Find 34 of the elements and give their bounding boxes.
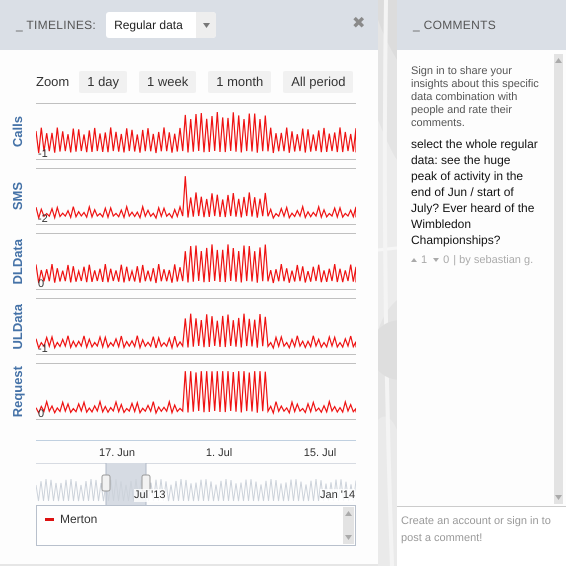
axis-label: 0 (38, 279, 44, 290)
downvote-icon[interactable] (433, 258, 440, 262)
scrollbar[interactable] (343, 507, 354, 544)
axis-title: SMS (9, 182, 26, 211)
axis-title: DLData (9, 238, 26, 284)
zoom-button[interactable]: All period (283, 71, 354, 93)
axis-title: Calls (9, 116, 26, 148)
zoom-label: Zoom (36, 73, 70, 92)
axis-label: -1 (38, 149, 48, 160)
zoom-button[interactable]: 1 day (79, 71, 128, 93)
comment-text: select the whole regular data: see the huge peak of activity in the end of Jun / start of July? Ever heard of the Wimbledon Championships? (411, 136, 539, 248)
axis-label: Jul '13 (134, 489, 166, 502)
scrollbar[interactable] (554, 54, 563, 504)
legend-item[interactable]: Merton (60, 510, 98, 528)
axis-label: Jan '14 (320, 489, 356, 502)
axis-label: 1. Jul (206, 446, 232, 461)
axis-title: ULData (9, 304, 26, 350)
axis-label: -1 (38, 344, 48, 355)
intro-text: Sign in to share your insights about this specific data combination with people and rate their comments. (411, 65, 540, 130)
axis-title: Request (9, 366, 26, 418)
zoom-button[interactable]: 1 month (208, 71, 272, 93)
upvote-icon[interactable] (411, 258, 417, 262)
caret-icon (202, 22, 210, 28)
axis-label: 15. Jul (304, 446, 336, 461)
axis-label: 0 (38, 409, 44, 420)
axis-label: -2 (38, 214, 48, 225)
vote-count: 1 (421, 253, 428, 268)
panel-title: _ COMMENTS (413, 17, 496, 34)
panel-title: _ TIMELINES: (16, 17, 96, 34)
dataset-dropdown[interactable]: Regular data (106, 12, 216, 38)
zoom-button[interactable]: 1 week (139, 71, 196, 93)
vote-count: 0 (443, 253, 450, 268)
comment-author: | by sebastian g. (453, 253, 534, 268)
axis-label: 17. Jun (98, 446, 136, 461)
